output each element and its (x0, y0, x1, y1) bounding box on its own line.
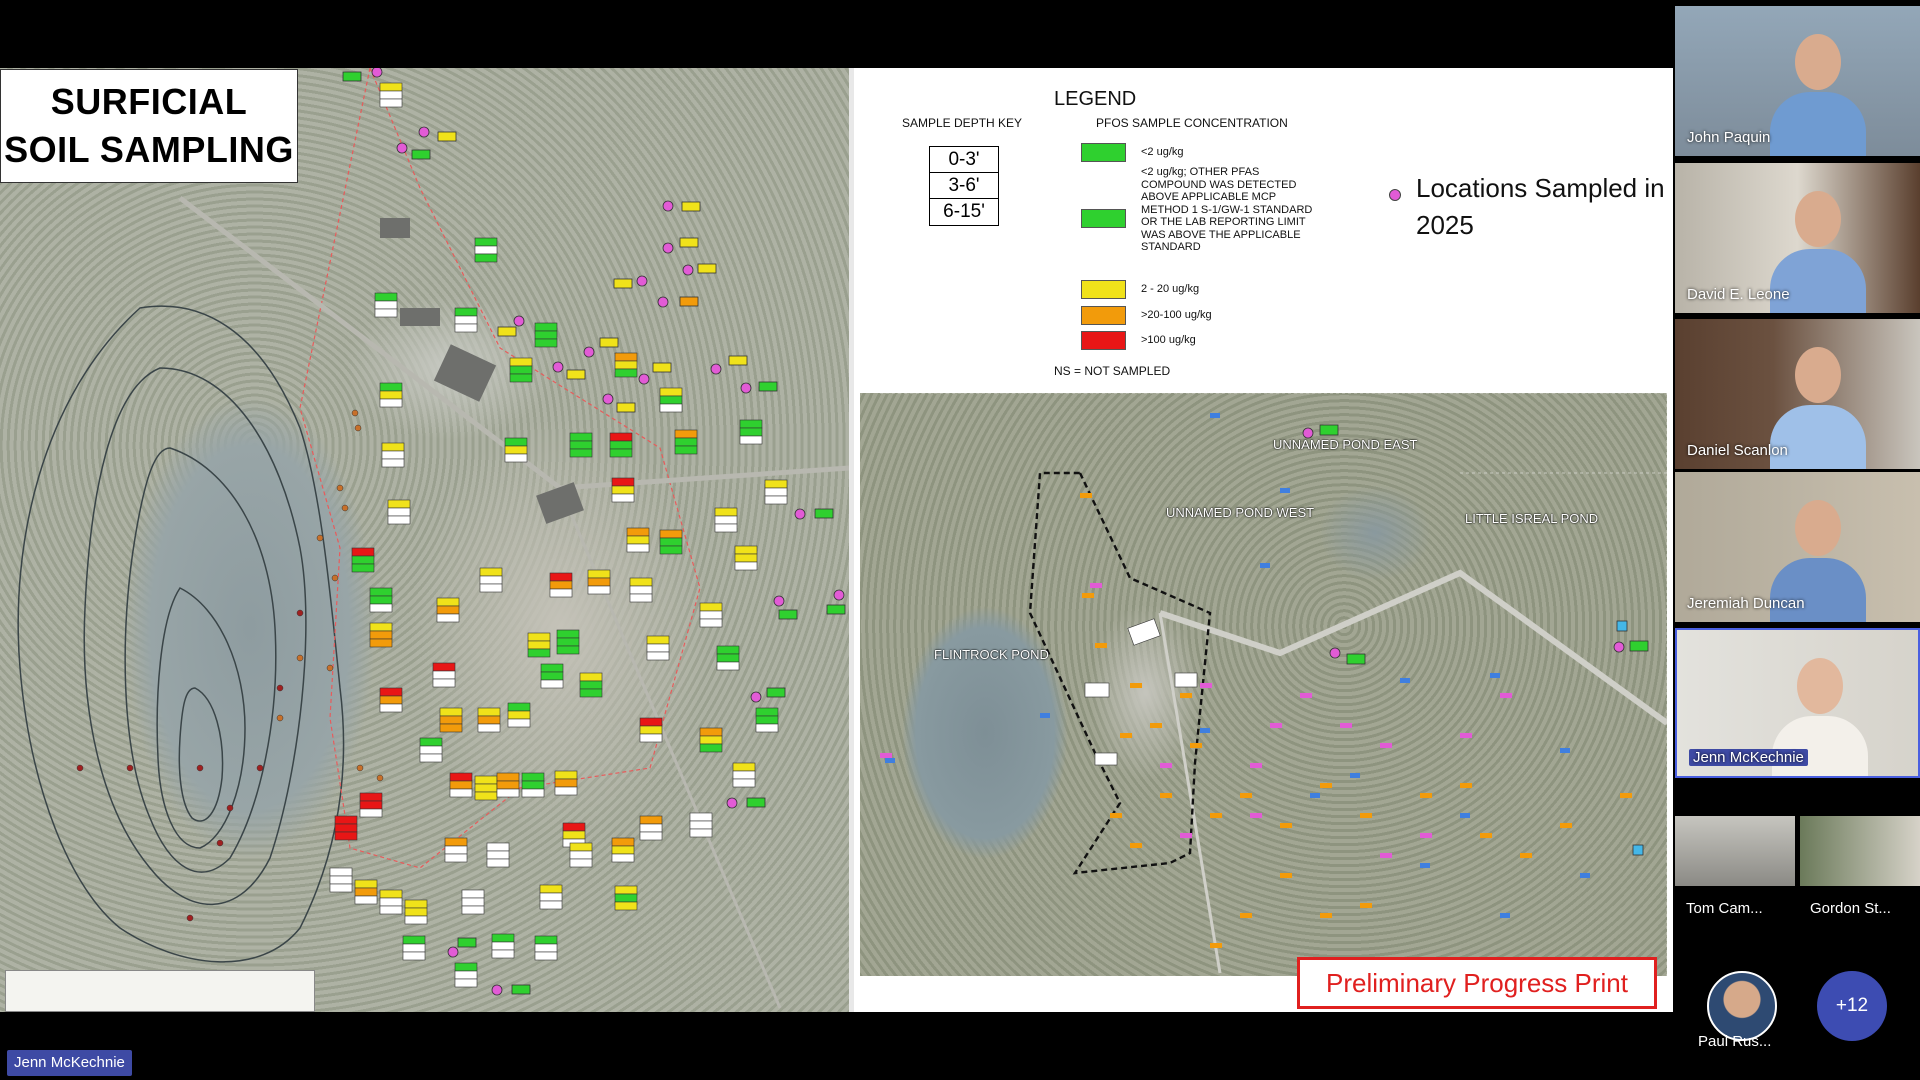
sampled-location-dot (1389, 189, 1401, 201)
swatch-lt2-other (1081, 209, 1126, 228)
avatar[interactable] (1707, 971, 1777, 1041)
left-map-overlay (17, 68, 849, 1009)
right-map-2025-markers (1302, 424, 1649, 856)
slide-title-line-2: SOIL SAMPLING (4, 129, 294, 170)
participant-tile[interactable]: Jenn McKechnie (1675, 628, 1920, 778)
conc-label-lt2-other: <2 ug/kg; OTHER PFAS COMPOUND WAS DETECT… (1141, 166, 1313, 253)
participant-name: Gordon St... (1810, 900, 1891, 917)
not-sampled-note: NS = NOT SAMPLED (1054, 364, 1171, 378)
sampled-2025-markers (342, 68, 846, 996)
property-boundary (299, 68, 701, 869)
participant-name: Jeremiah Duncan (1687, 595, 1805, 612)
label-flintrock-pond: FLINTROCK POND (934, 647, 1049, 662)
sampled-location-label: Locations Sampled in 2025 (1416, 173, 1665, 240)
swatch-gt100 (1081, 331, 1126, 350)
participant-thumbnail[interactable] (1800, 816, 1920, 886)
pfos-concentration-title: PFOS SAMPLE CONCENTRATION (1096, 116, 1288, 130)
right-map-overlay (880, 393, 1667, 976)
conc-label-lt2: <2 ug/kg (1141, 146, 1184, 158)
slide-title-box: SURFICIAL SOIL SAMPLING (0, 69, 298, 183)
participant-video (1770, 34, 1866, 156)
legend-title: LEGEND (1054, 88, 1137, 110)
left-aerial-map: SURFICIAL SOIL SAMPLING (0, 68, 849, 1012)
more-participants-button[interactable]: +12 (1817, 971, 1887, 1041)
preliminary-progress-print-box: Preliminary Progress Print (1297, 957, 1657, 1009)
active-speaker-tag: Jenn McKechnie (7, 1050, 132, 1076)
label-little-isreal-pond: LITTLE ISREAL POND (1465, 511, 1599, 526)
participant-name: Daniel Scanlon (1687, 442, 1788, 459)
participant-tile[interactable]: Jeremiah Duncan (1675, 472, 1920, 622)
label-unnamed-pond-east: UNNAMED POND EAST (1273, 437, 1418, 452)
right-aerial-map: UNNAMED POND EAST UNNAMED POND WEST LITT… (860, 393, 1667, 976)
legend-panel: LEGEND SAMPLE DEPTH KEY 0-3' 3-6' 6-15' … (854, 68, 1673, 393)
conc-label-20-100: >20-100 ug/kg (1141, 309, 1212, 321)
participant-name: Jenn McKechnie (1689, 749, 1808, 766)
shared-slide: SURFICIAL SOIL SAMPLING LEGEND SAMPLE DE… (0, 68, 1673, 1012)
participant-name: Paul Rus... (1698, 1033, 1772, 1050)
participant-name: John Paquin (1687, 129, 1771, 146)
participant-tile[interactable]: John Paquin (1675, 6, 1920, 156)
participant-tile[interactable]: David E. Leone (1675, 163, 1920, 313)
depth-key-box: 0-3' 3-6' 6-15' (929, 146, 999, 226)
swatch-lt2 (1081, 143, 1126, 162)
conc-label-2-20: 2 - 20 ug/kg (1141, 283, 1200, 295)
conc-label-gt100: >100 ug/kg (1141, 334, 1196, 346)
right-map-blue-tags (885, 413, 1590, 918)
participant-tile[interactable]: Daniel Scanlon (1675, 319, 1920, 469)
depth-row: 6-15' (943, 201, 985, 222)
swatch-2-20 (1081, 280, 1126, 299)
label-unnamed-pond-west: UNNAMED POND WEST (1166, 505, 1315, 520)
participant-name: Tom Cam... (1686, 900, 1763, 917)
map-mini-legend (5, 970, 315, 1012)
south-flint-rock-road (1159, 569, 1667, 726)
participant-thumbnail[interactable] (1675, 816, 1795, 886)
slide-title-line-1: SURFICIAL (50, 81, 248, 122)
pond-contours (17, 305, 345, 963)
preliminary-progress-print-text: Preliminary Progress Print (1326, 968, 1628, 998)
swatch-20-100 (1081, 306, 1126, 325)
depth-row: 3-6' (930, 173, 998, 199)
participant-name: David E. Leone (1687, 286, 1790, 303)
right-map-sample-tags (1080, 493, 1632, 948)
depth-row: 0-3' (930, 147, 998, 173)
depth-key-title: SAMPLE DEPTH KEY (902, 116, 1023, 130)
